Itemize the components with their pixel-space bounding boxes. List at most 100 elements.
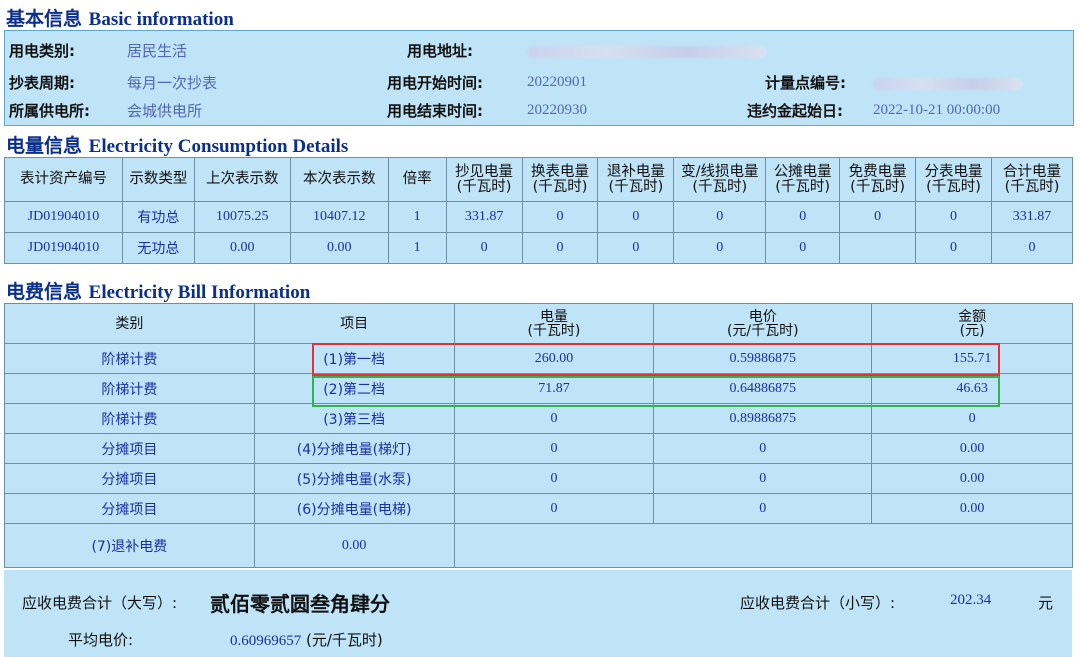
col-category: 类别: [4, 303, 255, 344]
bill-title-cn: 电费信息: [6, 281, 83, 303]
total-lower-value: 202.34: [950, 592, 992, 608]
col-asset-no: 表计资产编号: [4, 157, 123, 202]
col-shared-usage: 公摊电量 (千瓦时): [765, 157, 841, 202]
bill-category: 分摊项目: [4, 463, 255, 494]
col-amount: 金额 (元): [871, 303, 1073, 344]
table-row: JD01904010 无功总 0.00 0.00 1 0 0 0 0 0 0 0: [4, 232, 1074, 264]
prev-reading: 10075.25: [193, 201, 291, 233]
bill-category: 阶梯计费: [4, 343, 255, 374]
bill-usage: 0: [453, 403, 655, 434]
consumption-table: 表计资产编号 示数类型 上次表示数 本次表示数 倍率 抄见电量 (千瓦时) 换表电…: [4, 157, 1074, 264]
free-usage: 0: [839, 201, 917, 233]
total-lower-label: 应收电费合计（小写）:: [740, 594, 896, 612]
avg-price-value: 0.60969657: [230, 633, 302, 649]
loss-usage: 0: [673, 232, 767, 264]
bill-item: (3)第三档: [253, 403, 455, 434]
bill-amount: 0.00: [871, 433, 1073, 464]
meter-point-value-redacted: [873, 78, 1023, 90]
end-time-label: 用电结束时间:: [387, 102, 483, 120]
start-time-label: 用电开始时间:: [387, 74, 483, 92]
consumption-header-row: 表计资产编号 示数类型 上次表示数 本次表示数 倍率 抄见电量 (千瓦时) 换表电…: [4, 157, 1074, 202]
total-usage: 0: [990, 232, 1074, 264]
submeter-usage: 0: [915, 201, 992, 233]
refund-usage: 0: [597, 232, 675, 264]
asset-no: JD01904010: [4, 232, 123, 264]
start-time-value: 20220901: [527, 74, 587, 90]
col-total-usage: 合计电量 (千瓦时): [990, 157, 1074, 202]
swap-usage: 0: [521, 201, 599, 233]
refund-empty: [453, 523, 1074, 568]
basic-info-panel: 用电类别: 居民生活 用电地址: 抄表周期: 每月一次抄表 用电开始时间: 20…: [4, 30, 1074, 126]
total-upper-label: 应收电费合计（大写）:: [22, 594, 178, 612]
refund-label: (7)退补电费: [4, 523, 255, 568]
read-usage: 0: [445, 232, 523, 264]
first-tier-highlight: [312, 343, 1000, 376]
station-label: 所属供电所:: [9, 102, 90, 120]
bill-title-en: Electricity Bill Information: [88, 282, 311, 303]
bill-usage: 0: [453, 463, 655, 494]
bill-title: 电费信息 Electricity Bill Information: [6, 277, 310, 304]
multiplier: 1: [387, 201, 447, 233]
category-label: 用电类别:: [9, 42, 75, 60]
read-usage: 331.87: [445, 201, 523, 233]
col-read-usage: 抄见电量 (千瓦时): [445, 157, 523, 202]
basic-info-title: 基本信息 Basic information: [6, 4, 234, 31]
bill-item: (4)分摊电量(梯灯): [253, 433, 455, 464]
category-value: 居民生活: [127, 42, 188, 60]
col-prev-reading: 上次表示数: [193, 157, 291, 202]
loss-usage: 0: [673, 201, 767, 233]
end-time-value: 20220930: [527, 102, 587, 118]
bill-category: 阶梯计费: [4, 373, 255, 404]
table-row: 阶梯计费 (3)第三档 0 0.89886875 0: [4, 403, 1073, 434]
consumption-title: 电量信息 Electricity Consumption Details: [6, 131, 348, 158]
col-submeter-usage: 分表电量 (千瓦时): [915, 157, 992, 202]
reading-type: 有功总: [121, 201, 195, 233]
bill-header-row: 类别 项目 电量 (千瓦时) 电价 (元/千瓦时) 金额 (元): [4, 303, 1073, 344]
total-upper-value: 贰佰零贰圆叁角肆分: [210, 592, 390, 616]
basic-info-title-en: Basic information: [88, 9, 234, 30]
col-multiplier: 倍率: [387, 157, 447, 202]
consumption-title-cn: 电量信息: [6, 135, 83, 157]
col-swap-usage: 换表电量 (千瓦时): [521, 157, 599, 202]
table-row: JD01904010 有功总 10075.25 10407.12 1 331.8…: [4, 201, 1074, 233]
bill-category: 阶梯计费: [4, 403, 255, 434]
penalty-date-value: 2022-10-21 00:00:00: [873, 102, 1001, 118]
col-price: 电价 (元/千瓦时): [653, 303, 873, 344]
basic-info-title-cn: 基本信息: [6, 8, 83, 30]
station-value: 会城供电所: [127, 102, 203, 120]
col-curr-reading: 本次表示数: [289, 157, 389, 202]
col-loss-usage: 变/线损电量 (千瓦时): [673, 157, 767, 202]
address-value-redacted: [527, 46, 767, 58]
refund-value: 0.00: [253, 523, 455, 568]
multiplier: 1: [387, 232, 447, 264]
free-usage: [839, 232, 917, 264]
bill-item: (6)分摊电量(电梯): [253, 493, 455, 524]
swap-usage: 0: [521, 232, 599, 264]
col-refund-usage: 退补电量 (千瓦时): [597, 157, 675, 202]
shared-usage: 0: [765, 201, 841, 233]
refund-row: (7)退补电费 0.00: [4, 523, 1074, 568]
bill-usage: 0: [453, 493, 655, 524]
currency-unit: 元: [1038, 594, 1054, 612]
col-reading-type: 示数类型: [121, 157, 195, 202]
col-free-usage: 免费电量 (千瓦时): [839, 157, 917, 202]
table-row: 分摊项目 (5)分摊电量(水泵) 0 0 0.00: [4, 463, 1073, 494]
bill-price: 0.89886875: [653, 403, 873, 434]
bill-item: (5)分摊电量(水泵): [253, 463, 455, 494]
prev-reading: 0.00: [193, 232, 291, 264]
refund-usage: 0: [597, 201, 675, 233]
table-row: 分摊项目 (6)分摊电量(电梯) 0 0 0.00: [4, 493, 1073, 524]
col-item: 项目: [253, 303, 455, 344]
bill-price: 0: [653, 463, 873, 494]
bill-usage: 0: [453, 433, 655, 464]
bill-price: 0: [653, 493, 873, 524]
table-row: 分摊项目 (4)分摊电量(梯灯) 0 0 0.00: [4, 433, 1073, 464]
bill-category: 分摊项目: [4, 433, 255, 464]
period-label: 抄表周期:: [9, 74, 75, 92]
avg-price: 0.60969657 (元/千瓦时): [230, 629, 383, 650]
avg-price-unit: (元/千瓦时): [306, 631, 383, 649]
reading-type: 无功总: [121, 232, 195, 264]
bill-amount: 0.00: [871, 493, 1073, 524]
address-label: 用电地址:: [407, 42, 473, 60]
bill-amount: 0: [871, 403, 1073, 434]
